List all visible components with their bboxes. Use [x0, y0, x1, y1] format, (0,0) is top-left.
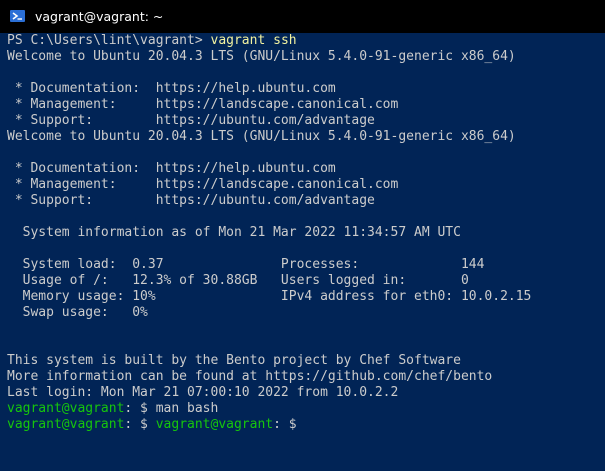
bash-prompt-suffix: : $ — [124, 417, 156, 432]
ps-command-line: PS C:\Users\lint\vagrant> vagrant ssh — [7, 33, 605, 49]
bash-command: man bash — [155, 401, 219, 416]
ps-prompt: PS C:\Users\lint\vagrant> — [7, 33, 211, 48]
bash-command-line: vagrant@vagrant: $ man bash — [7, 401, 605, 417]
output-line: Memory usage: 10% IPv4 address for eth0:… — [7, 289, 532, 304]
output-line: Welcome to Ubuntu 20.04.3 LTS (GNU/Linux… — [7, 49, 516, 64]
output-line: System load: 0.37 Processes: 144 — [7, 257, 485, 272]
bash-prompt-tail: : $ — [273, 417, 297, 432]
output-line: * Documentation: https://help.ubuntu.com — [7, 161, 336, 176]
output-line: This system is built by the Bento projec… — [7, 353, 461, 368]
output-line: * Support: https://ubuntu.com/advantage — [7, 193, 375, 208]
bash-prompt-host: vagrant@vagrant — [7, 417, 125, 432]
output-line: Usage of /: 12.3% of 30.88GB Users logge… — [7, 273, 469, 288]
bash-prompt-host: vagrant@vagrant — [7, 401, 125, 416]
bash-prompt-suffix: : $ — [124, 401, 156, 416]
output-line: System information as of Mon 21 Mar 2022… — [7, 225, 461, 240]
window-title: vagrant@vagrant: ~ — [35, 9, 164, 24]
output-line: * Documentation: https://help.ubuntu.com — [7, 81, 336, 96]
bash-command: vagrant@vagrant — [155, 417, 274, 432]
terminal-output[interactable]: PS C:\Users\lint\vagrant> vagrant ssh We… — [7, 33, 605, 471]
bash-current-line[interactable]: vagrant@vagrant: $ vagrant@vagrant: $ — [7, 417, 605, 433]
output-line: More information can be found at https:/… — [7, 369, 493, 384]
ps-command: vagrant ssh — [210, 33, 297, 48]
powershell-icon — [10, 10, 25, 22]
output-line: Swap usage: 0% — [7, 305, 148, 320]
output-line: * Support: https://ubuntu.com/advantage — [7, 113, 375, 128]
title-bar[interactable]: vagrant@vagrant: ~ — [0, 0, 605, 33]
output-line: Last login: Mon Mar 21 07:00:10 2022 fro… — [7, 385, 399, 400]
output-line: * Management: https://landscape.canonica… — [7, 97, 399, 112]
output-line: * Management: https://landscape.canonica… — [7, 177, 399, 192]
output-line: Welcome to Ubuntu 20.04.3 LTS (GNU/Linux… — [7, 129, 516, 144]
